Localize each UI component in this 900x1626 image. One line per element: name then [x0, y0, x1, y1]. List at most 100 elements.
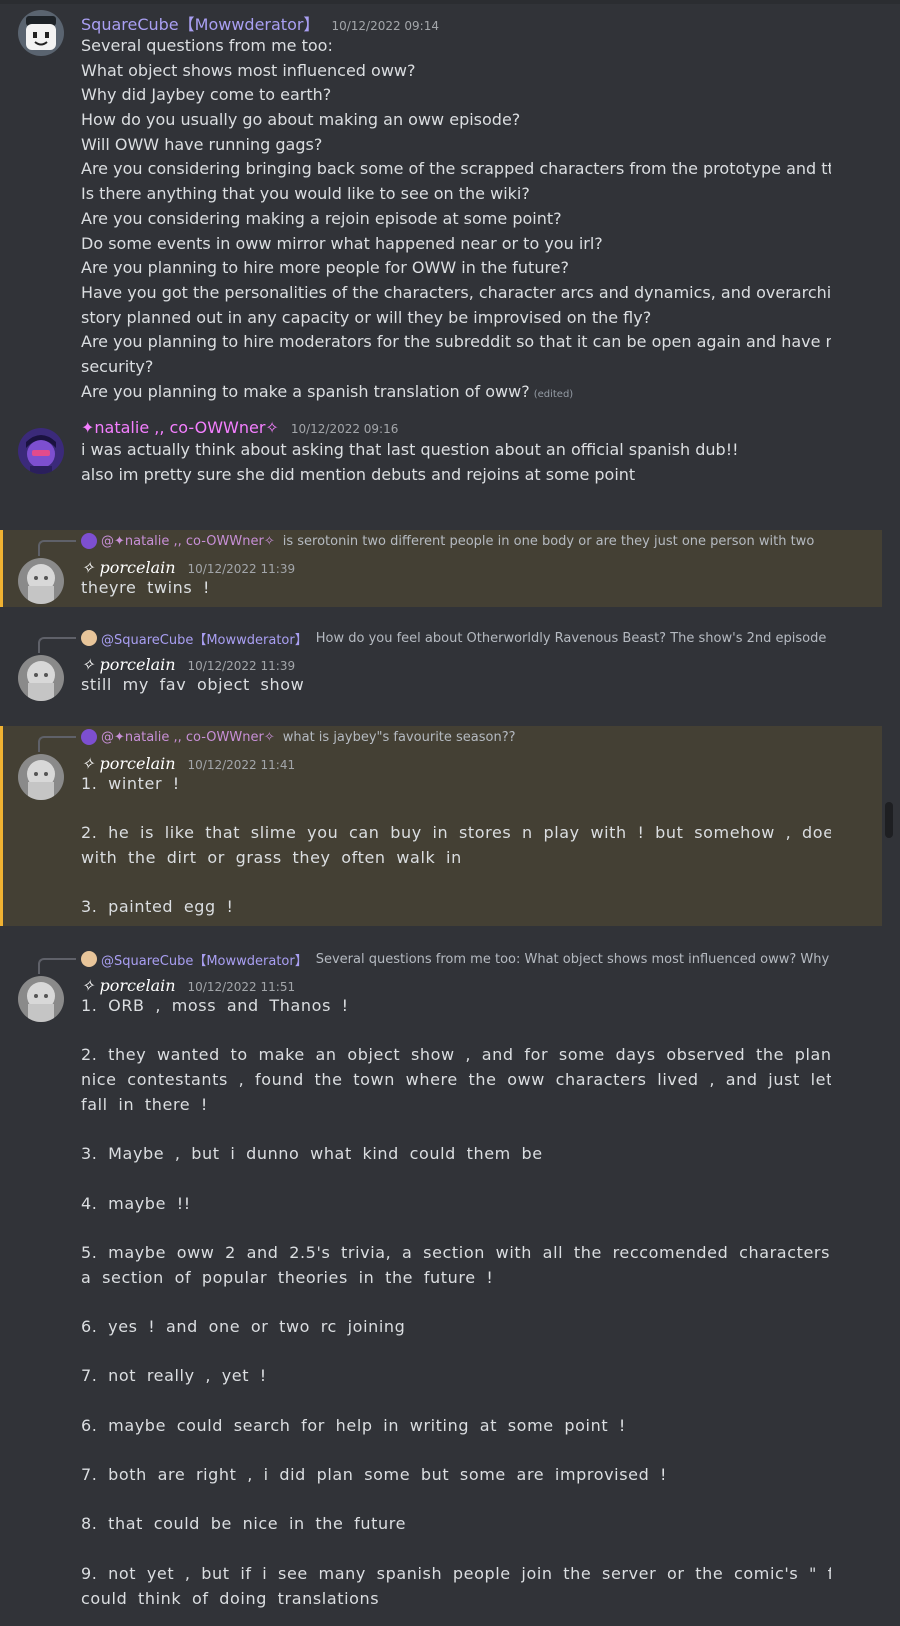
- message-line: [81, 1019, 831, 1044]
- message-line: 6. yes ! and one or two rc joining: [81, 1316, 406, 1336]
- message-porcelain-2[interactable]: @SquareCube【Mowwderator】 How do you feel…: [0, 627, 882, 707]
- reply-preview[interactable]: @SquareCube【Mowwderator】 Several questio…: [81, 948, 831, 970]
- message-line: [81, 1488, 831, 1513]
- message-line: 4. maybe !!: [81, 1193, 191, 1213]
- timestamp: 10/12/2022 11:51: [187, 980, 296, 994]
- reply-preview[interactable]: @SquareCube【Mowwderator】 How do you feel…: [81, 627, 831, 649]
- message-porcelain-3[interactable]: @✦natalie ,, co-OWWner✧ what is jaybey"s…: [0, 726, 882, 926]
- reply-connector: [38, 736, 76, 752]
- reply-author[interactable]: @✦natalie ,, co-OWWner✧: [101, 534, 275, 549]
- message-line: 6. maybe could search for help in writin…: [81, 1415, 626, 1435]
- timestamp: 10/12/2022 09:14: [331, 19, 439, 33]
- message-line: with the dirt or grass they often walk i…: [81, 848, 462, 868]
- message-line: Are you considering bringing back some o…: [81, 159, 831, 179]
- author-name[interactable]: ✧ porcelain: [81, 754, 176, 773]
- author-name[interactable]: ✧ porcelain: [81, 655, 176, 674]
- message-line: [81, 871, 831, 896]
- reply-preview[interactable]: @✦natalie ,, co-OWWner✧ is serotonin two…: [81, 530, 831, 552]
- user-avatar[interactable]: [18, 754, 64, 800]
- message-line: 3. painted egg !: [81, 897, 234, 917]
- message-line: 3. Maybe , but i dunno what kind could t…: [81, 1144, 543, 1164]
- message-line: 2. they wanted to make an object show , …: [81, 1045, 831, 1065]
- reply-text[interactable]: is serotonin two different people in one…: [283, 534, 815, 549]
- message-line: 1. winter !: [81, 774, 180, 793]
- user-avatar[interactable]: [18, 428, 64, 474]
- message-natalie[interactable]: ✦natalie ,, co-OWWner✧ 10/12/2022 09:16 …: [0, 418, 882, 510]
- message-line: [81, 1290, 831, 1315]
- message-line: nice contestants , found the town where …: [81, 1070, 831, 1090]
- reply-avatar: [81, 951, 97, 967]
- message-content: 1. winter ! 2. he is like that slime you…: [81, 772, 831, 920]
- reply-avatar: [81, 630, 97, 646]
- message-line: 7. both are right , i did plan some but …: [81, 1465, 668, 1485]
- timestamp: 10/12/2022 11:39: [187, 562, 296, 576]
- message-line: Several questions from me too:: [81, 36, 333, 55]
- message-line: Do some events in oww mirror what happen…: [81, 233, 603, 253]
- scrollbar-thumb[interactable]: [885, 802, 893, 838]
- message-line: 9. not yet , but if i see many spanish p…: [81, 1563, 831, 1583]
- reply-author[interactable]: @✦natalie ,, co-OWWner✧: [101, 730, 275, 745]
- timestamp: 10/12/2022 09:16: [290, 422, 399, 436]
- author-name[interactable]: ✧ porcelain: [81, 976, 176, 995]
- author-name[interactable]: ✦natalie ,, co-OWWner✧: [81, 418, 279, 437]
- message-line: Why did Jaybey come to earth?: [81, 85, 332, 105]
- message-line: [81, 1389, 831, 1414]
- reply-text[interactable]: what is jaybey"s favourite season??: [283, 730, 516, 745]
- message-line: 8. that could be nice in the future: [81, 1514, 407, 1534]
- reply-avatar: [81, 533, 97, 549]
- message-content: i was actually think about asking that l…: [81, 438, 831, 487]
- message-line: How do you usually go about making an ow…: [81, 110, 521, 130]
- reply-author[interactable]: @SquareCube【Mowwderator】: [101, 629, 308, 648]
- message-line-text: Are you planning to make a spanish trans…: [81, 381, 530, 401]
- message-line: still my fav object show: [81, 675, 305, 694]
- message-line: [81, 1340, 831, 1365]
- message-line: [81, 1216, 831, 1241]
- edited-label: (edited): [533, 388, 574, 400]
- message-line: story planned out in any capacity or wil…: [81, 307, 652, 327]
- message-content: Several questions from me too: What obje…: [81, 34, 831, 404]
- message-line: 2. he is like that slime you can buy in …: [81, 823, 831, 843]
- user-avatar[interactable]: [18, 976, 64, 1022]
- reply-connector: [38, 958, 76, 974]
- message-line: [81, 1117, 831, 1142]
- message-line: Will OWW have running gags?: [81, 134, 323, 154]
- message-line: i was actually think about asking that l…: [81, 440, 739, 459]
- reply-connector: [38, 637, 76, 653]
- message-squarecube[interactable]: SquareCube【Mowwderator】 10/12/2022 09:14…: [0, 0, 882, 405]
- message-content: still my fav object show: [81, 673, 831, 698]
- message-content: 1. ORB , moss and Thanos ! 2. they wante…: [81, 994, 831, 1611]
- message-line: [81, 1438, 831, 1463]
- author-name[interactable]: SquareCube【Mowwderator】: [81, 11, 319, 35]
- reply-avatar: [81, 729, 97, 745]
- message-line: theyre twins !: [81, 578, 211, 597]
- reply-text[interactable]: Several questions from me too: What obje…: [316, 952, 829, 967]
- message-line: [81, 797, 831, 822]
- reply-author[interactable]: @SquareCube【Mowwderator】: [101, 950, 308, 969]
- message-porcelain-4[interactable]: @SquareCube【Mowwderator】 Several questio…: [0, 948, 882, 1626]
- user-avatar[interactable]: [18, 10, 64, 56]
- message-line: Have you got the personalities of the ch…: [81, 282, 831, 302]
- message-line: 5. maybe oww 2 and 2.5's trivia, a secti…: [81, 1242, 831, 1262]
- timestamp: 10/12/2022 11:39: [187, 659, 296, 673]
- message-line: Are you planning to hire more people for…: [81, 258, 570, 278]
- author-name[interactable]: ✧ porcelain: [81, 558, 176, 577]
- user-avatar[interactable]: [18, 655, 64, 701]
- reply-connector: [38, 540, 76, 556]
- message-line: Are you considering making a rejoin epis…: [81, 208, 562, 228]
- message-line: fall in there !: [81, 1094, 208, 1114]
- message-line: 1. ORB , moss and Thanos !: [81, 996, 349, 1015]
- message-line: security?: [81, 356, 154, 376]
- reply-text[interactable]: How do you feel about Otherworldly Raven…: [316, 631, 827, 646]
- message-line: What object shows most influenced oww?: [81, 60, 416, 80]
- timestamp: 10/12/2022 11:41: [187, 758, 296, 772]
- message-line: also im pretty sure she did mention debu…: [81, 464, 636, 484]
- message-porcelain-1[interactable]: @✦natalie ,, co-OWWner✧ is serotonin two…: [0, 530, 882, 607]
- message-line: could think of doing translations: [81, 1588, 380, 1608]
- message-line: [81, 1167, 831, 1192]
- message-line: [81, 1537, 831, 1562]
- message-line: Are you planning to hire moderators for …: [81, 332, 831, 352]
- reply-preview[interactable]: @✦natalie ,, co-OWWner✧ what is jaybey"s…: [81, 726, 831, 748]
- user-avatar[interactable]: [18, 558, 64, 604]
- message-content: theyre twins !: [81, 576, 831, 601]
- message-line: a section of popular theories in the fut…: [81, 1267, 494, 1287]
